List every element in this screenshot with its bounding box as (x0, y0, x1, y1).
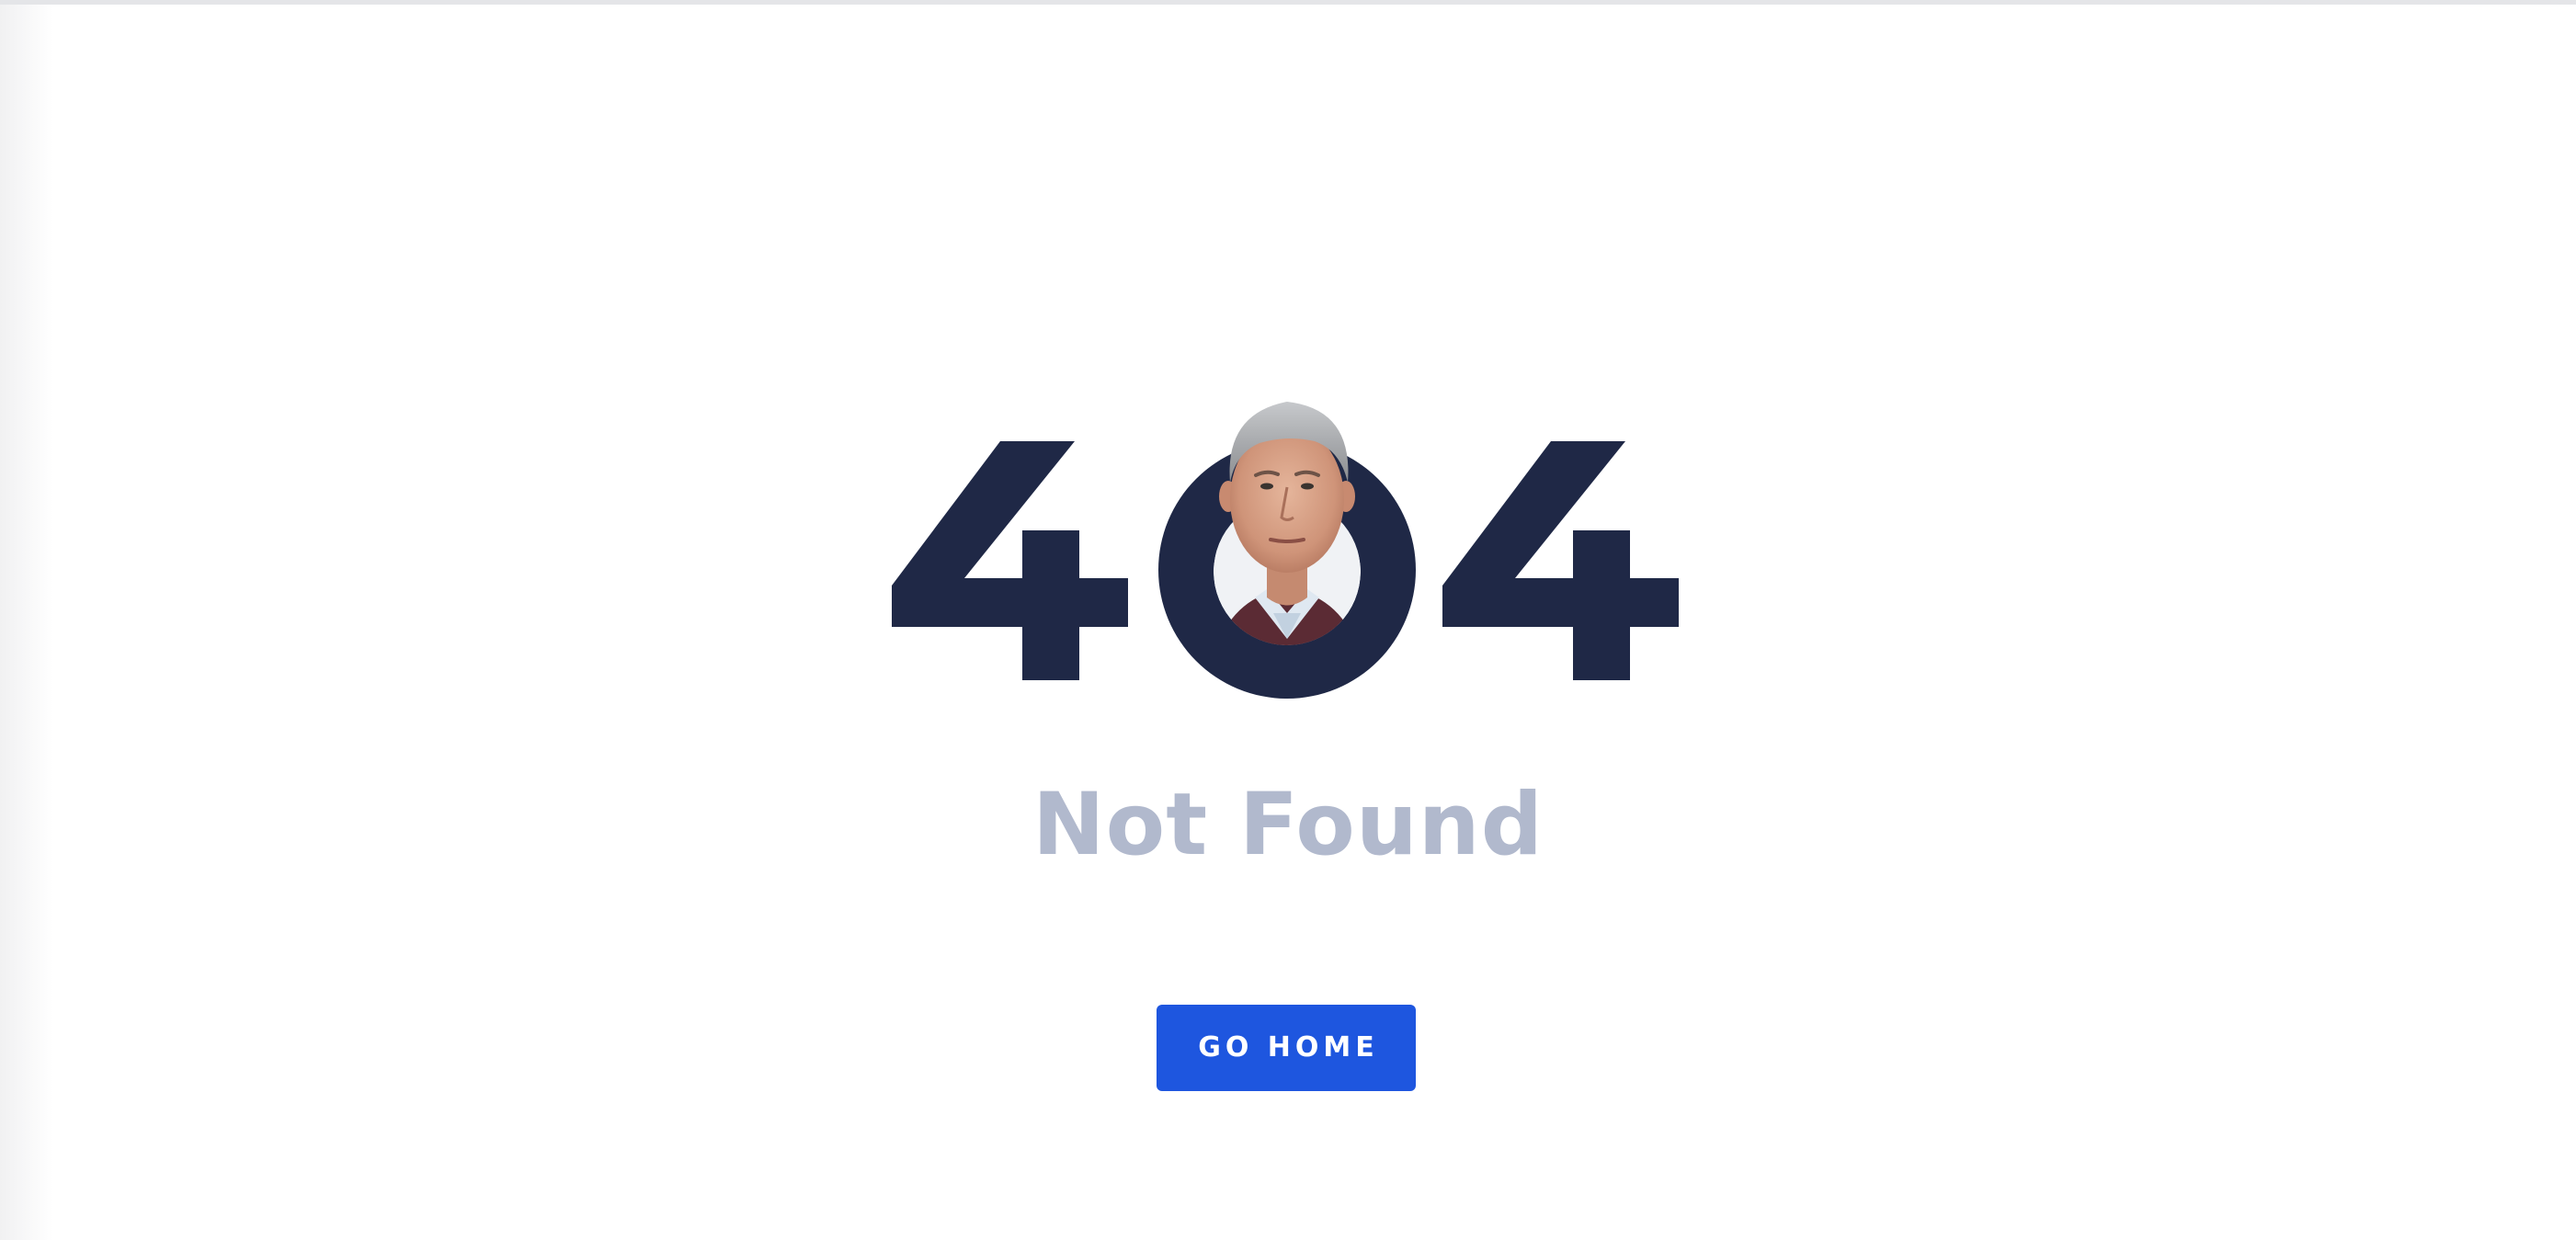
go-home-button[interactable]: GO HOME (1157, 1005, 1416, 1091)
error-message: Not Found (1032, 775, 1544, 875)
digit-four-right (1442, 441, 1679, 680)
error-code-404 (883, 372, 1692, 703)
top-divider (0, 0, 2576, 5)
digit-four-left (892, 441, 1128, 680)
left-edge-shadow (0, 5, 53, 1240)
page: Not Found GO HOME (0, 0, 2576, 1240)
